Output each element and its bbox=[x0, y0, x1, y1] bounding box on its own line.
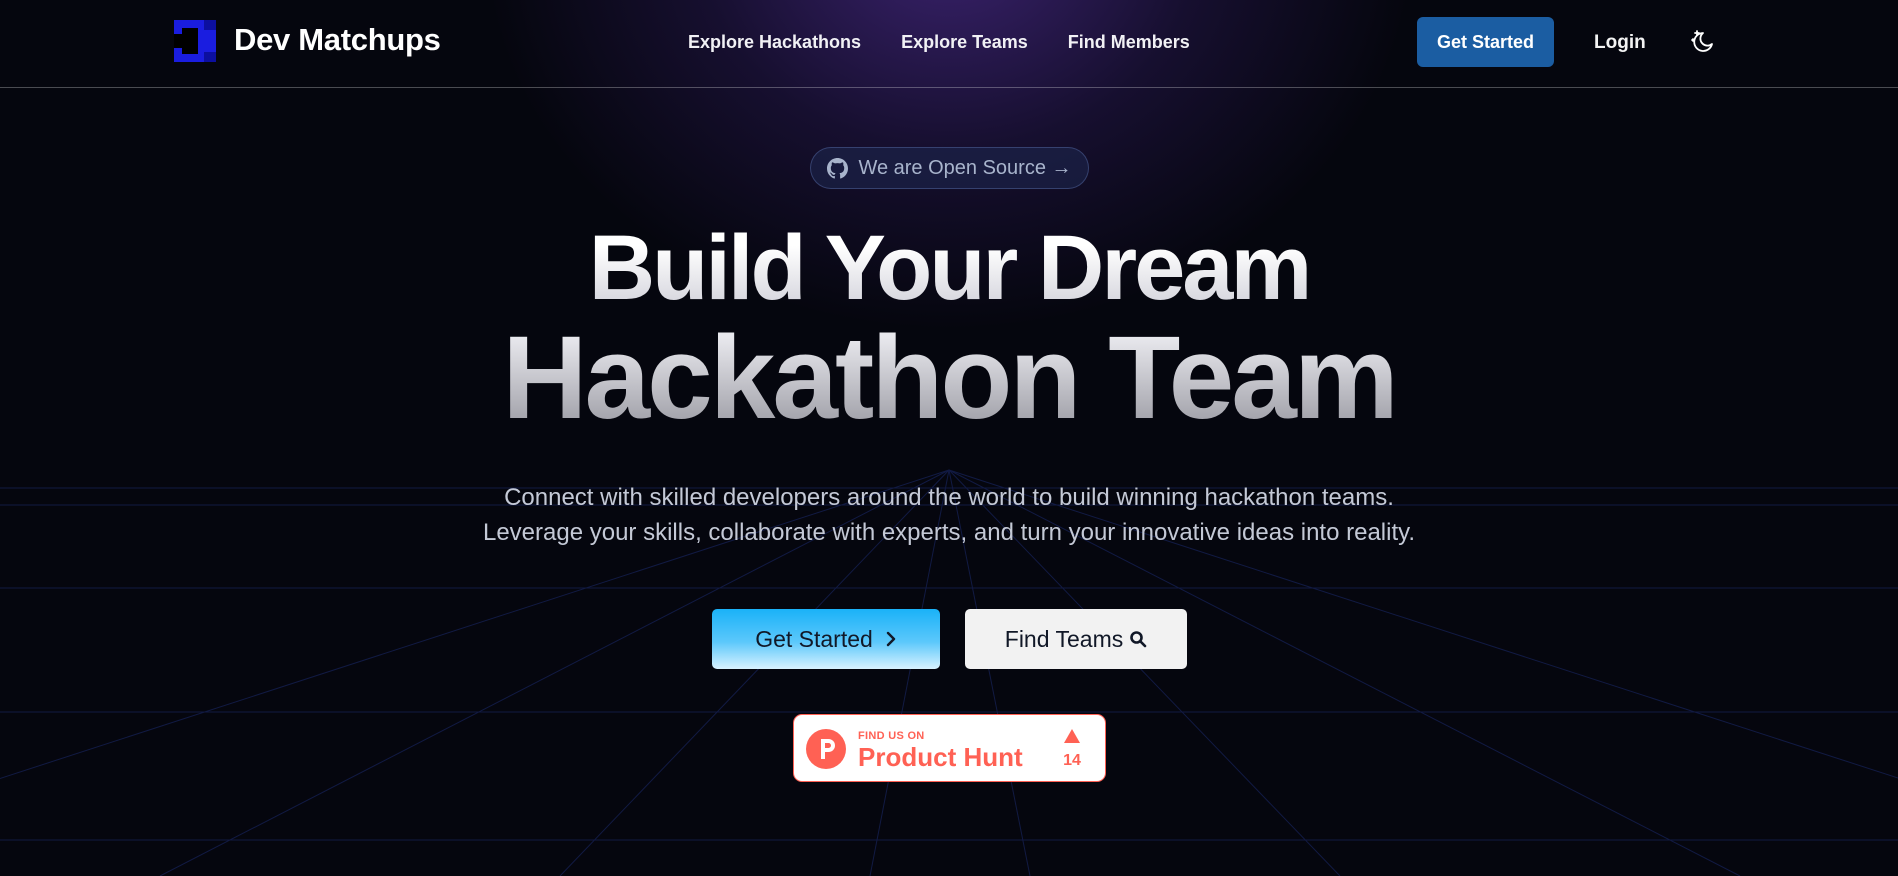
get-started-button-label: Get Started bbox=[755, 625, 873, 652]
hero-title-line-1: Build Your Dream bbox=[0, 213, 1898, 323]
hero-subtitle-line-2: Leverage your skills, collaborate with e… bbox=[482, 519, 1416, 546]
hero-title-line-2: Hackathon Team bbox=[0, 308, 1898, 448]
find-teams-button[interactable]: Find Teams bbox=[965, 609, 1187, 669]
dev-matchups-logo[interactable] bbox=[174, 20, 216, 62]
moon-stars-icon[interactable] bbox=[1690, 29, 1716, 55]
search-icon bbox=[1130, 631, 1147, 648]
find-teams-button-label: Find Teams bbox=[1004, 625, 1124, 652]
open-source-badge[interactable]: We are Open Source → bbox=[810, 147, 1089, 189]
get-started-button[interactable]: Get Started bbox=[712, 609, 940, 669]
nav-find-members[interactable]: Find Members bbox=[1068, 32, 1190, 53]
chevron-right-icon bbox=[886, 631, 896, 647]
nav-explore-hackathons[interactable]: Explore Hackathons bbox=[688, 32, 861, 53]
product-hunt-badge[interactable]: FIND US ON Product Hunt 14 bbox=[793, 714, 1106, 782]
triangle-up-icon bbox=[1064, 729, 1080, 743]
product-hunt-label: Product Hunt bbox=[858, 742, 1023, 772]
open-source-badge-label: We are Open Source → bbox=[858, 156, 1072, 179]
navbar: Dev Matchups Explore Hackathons Explore … bbox=[0, 0, 1898, 88]
login-link[interactable]: Login bbox=[1594, 32, 1646, 54]
product-hunt-small-label: FIND US ON bbox=[858, 730, 925, 742]
brand-name[interactable]: Dev Matchups bbox=[234, 22, 441, 58]
header-get-started-button[interactable]: Get Started bbox=[1417, 17, 1554, 67]
upvote-count: 14 bbox=[1063, 752, 1081, 769]
hero-subtitle: Connect with skilled developers around t… bbox=[0, 480, 1898, 550]
nav-explore-teams[interactable]: Explore Teams bbox=[901, 32, 1028, 53]
github-icon bbox=[827, 157, 849, 178]
main-nav: Explore Hackathons Explore Teams Find Me… bbox=[688, 32, 1190, 53]
product-hunt-icon bbox=[806, 729, 846, 769]
hero-subtitle-line-1: Connect with skilled developers around t… bbox=[504, 484, 1394, 511]
